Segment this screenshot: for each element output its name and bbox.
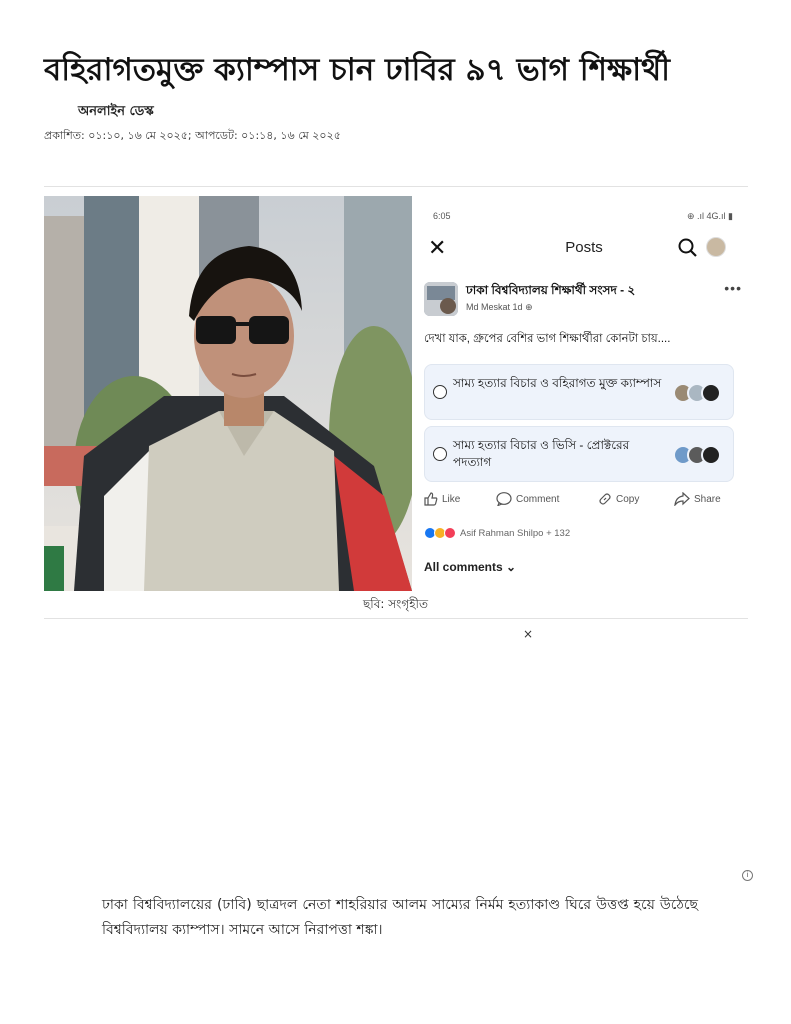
poll-option[interactable]: সাম্য হত্যার বিচার ও ভিসি - প্রোক্টরের প… <box>424 426 734 482</box>
divider-bottom <box>44 618 748 619</box>
post-author[interactable]: Md Meskat <box>466 302 510 312</box>
radio-icon[interactable] <box>433 447 447 461</box>
comment-button[interactable]: Comment <box>496 492 559 506</box>
article-image: 6:05 ⊕ .ıl 4G.ıl ▮ ✕ Posts ঢাকা বিশ্ববিদ… <box>44 196 748 592</box>
voter-avatars <box>673 383 725 403</box>
copy-button[interactable]: Copy <box>598 492 639 506</box>
fb-title: Posts <box>565 239 603 256</box>
person-photo <box>44 196 412 591</box>
thumbs-up-icon <box>424 492 438 506</box>
voter-avatars <box>673 445 725 465</box>
profile-avatar[interactable] <box>706 237 726 257</box>
share-button[interactable]: Share <box>674 492 721 506</box>
group-avatar[interactable] <box>424 282 458 316</box>
copy-label: Copy <box>616 493 640 505</box>
poll-option-label: সাম্য হত্যার বিচার ও বহিরাগত মুক্ত ক্যাম… <box>453 376 662 390</box>
fb-group-header: ঢাকা বিশ্ববিদ্যালয় শিক্ষার্থী সংসদ - ২ … <box>424 280 744 318</box>
comment-label: Comment <box>516 493 560 505</box>
post-meta: Md Meskat 1d ⊕ <box>466 302 533 313</box>
post-time: 1d <box>512 302 523 312</box>
search-icon[interactable] <box>678 238 698 263</box>
like-button[interactable]: Like <box>424 492 460 506</box>
comment-icon <box>496 492 512 506</box>
all-comments-dropdown[interactable]: All comments ⌄ <box>424 560 516 574</box>
article-dateline: প্রকাশিত: ০১:১০, ১৬ মে ২০২৫; আপডেট: ০১:১… <box>44 129 341 142</box>
reactions-text: Asif Rahman Shilpo + 132 <box>460 527 571 539</box>
post-actions: Like Comment Copy Share <box>420 492 748 512</box>
facebook-post-screenshot: 6:05 ⊕ .ıl 4G.ıl ▮ ✕ Posts ঢাকা বিশ্ববিদ… <box>420 196 748 592</box>
status-icons: ⊕ .ıl 4G.ıl ▮ <box>686 211 733 221</box>
poll-option[interactable]: সাম্য হত্যার বিচার ও বহিরাগত মুক্ত ক্যাম… <box>424 364 734 420</box>
love-reaction-icon <box>444 527 456 539</box>
article-paragraph: ঢাকা বিশ্ববিদ্যালয়ের (ঢাবি) ছাত্রদল নেত… <box>102 897 698 938</box>
article-headline: বহিরাগতমুক্ত ক্যাম্পাস চান ঢাবির ৯৭ ভাগ … <box>44 52 671 88</box>
globe-icon: ⊕ <box>525 302 533 312</box>
article-author[interactable]: অনলাইন ডেস্ক <box>78 102 154 123</box>
image-caption: ছবি: সংগৃহীত <box>363 597 428 611</box>
divider-top <box>44 186 748 187</box>
share-icon <box>674 492 690 506</box>
post-body: দেখা যাক, গ্রুপের বেশির ভাগ শিক্ষার্থীরা… <box>424 333 671 345</box>
ad-close-button[interactable]: × <box>523 627 533 641</box>
fb-header: ✕ Posts <box>420 236 748 262</box>
link-icon <box>599 493 611 505</box>
like-label: Like <box>442 493 461 505</box>
more-options-icon[interactable]: ••• <box>724 280 742 296</box>
adchoices-icon[interactable]: i <box>742 870 753 881</box>
status-time: 6:05 <box>433 211 451 221</box>
reactions-summary[interactable]: Asif Rahman Shilpo + 132 <box>424 526 570 540</box>
share-label: Share <box>694 493 721 505</box>
poll-option-label: সাম্য হত্যার বিচার ও ভিসি - প্রোক্টরের প… <box>453 438 630 469</box>
group-name[interactable]: ঢাকা বিশ্ববিদ্যালয় শিক্ষার্থী সংসদ - ২ <box>466 282 635 302</box>
radio-icon[interactable] <box>433 385 447 399</box>
